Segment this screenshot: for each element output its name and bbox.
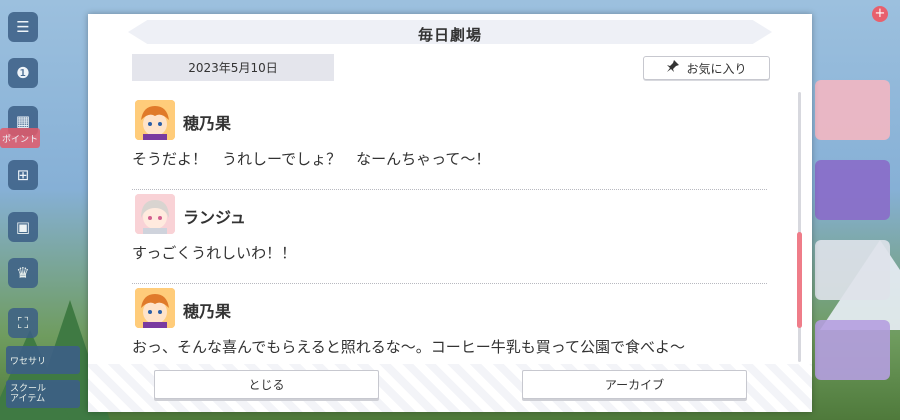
avatar [135,288,175,328]
message-text: そうだよ！ うれしーでしょ？ なーんちゃって〜！ [132,150,491,168]
favorite-button[interactable]: お気に入り [643,56,770,80]
gift-icon[interactable]: ⊞ [8,160,38,190]
pin-icon [666,59,680,77]
message-item: 穂乃果 おっ、そんな喜んでもらえると照れるな〜。コーヒー牛乳も買って公園で食べよ… [132,284,767,366]
school-item-button[interactable]: スクール アイテム [6,380,80,408]
menu-tile[interactable] [815,80,890,140]
avatar [135,194,175,234]
message-list[interactable]: 穂乃果 そうだよ！ うれしーでしょ？ なーんちゃって〜！ ランジュ すっごくうれ… [132,96,767,366]
left-sidebar: ☰ ❶ ▦ ポイント ⊞ ▣ ♛ ⛶ ワセサリ スクール アイテム [0,0,80,420]
screen-icon[interactable]: ▣ [8,212,38,242]
avatar [135,100,175,140]
daily-theater-dialog: 毎日劇場 2023年5月10日 お気に入り 穂乃果 そうだよ！ うれしーでしょ？… [88,14,812,412]
add-icon[interactable]: + [872,6,888,22]
date-label: 2023年5月10日 [132,54,334,81]
trophy-icon[interactable]: ♛ [8,258,38,288]
chat-icon[interactable]: ❶ [8,58,38,88]
speaker-name: 穂乃果 [183,114,232,133]
event-point-badge[interactable]: ポイント [0,128,40,148]
message-item: 穂乃果 そうだよ！ うれしーでしょ？ なーんちゃって〜！ [132,96,767,190]
speaker-name: ランジュ [183,208,246,227]
accessory-button[interactable]: ワセサリ [6,346,80,374]
message-text: すっごくうれしいわ！！ [132,244,297,262]
menu-tile[interactable] [815,160,890,220]
right-panel: + [812,0,900,420]
dialog-title: 毎日劇場 [417,26,482,44]
close-button[interactable]: とじる [154,370,379,399]
message-text: おっ、そんな喜んでもらえると照れるな〜。コーヒー牛乳も買って公園で食べよ〜 [132,338,686,356]
menu-tile[interactable] [815,240,890,300]
menu-icon[interactable]: ☰ [8,12,38,42]
scrollbar-thumb[interactable] [797,232,802,328]
archive-button[interactable]: アーカイブ [522,370,747,399]
message-item: ランジュ すっごくうれしいわ！！ [132,190,767,284]
favorite-label: お気に入り [686,61,747,76]
expand-icon[interactable]: ⛶ [8,308,38,338]
speaker-name: 穂乃果 [183,302,232,321]
menu-tile[interactable] [815,320,890,380]
